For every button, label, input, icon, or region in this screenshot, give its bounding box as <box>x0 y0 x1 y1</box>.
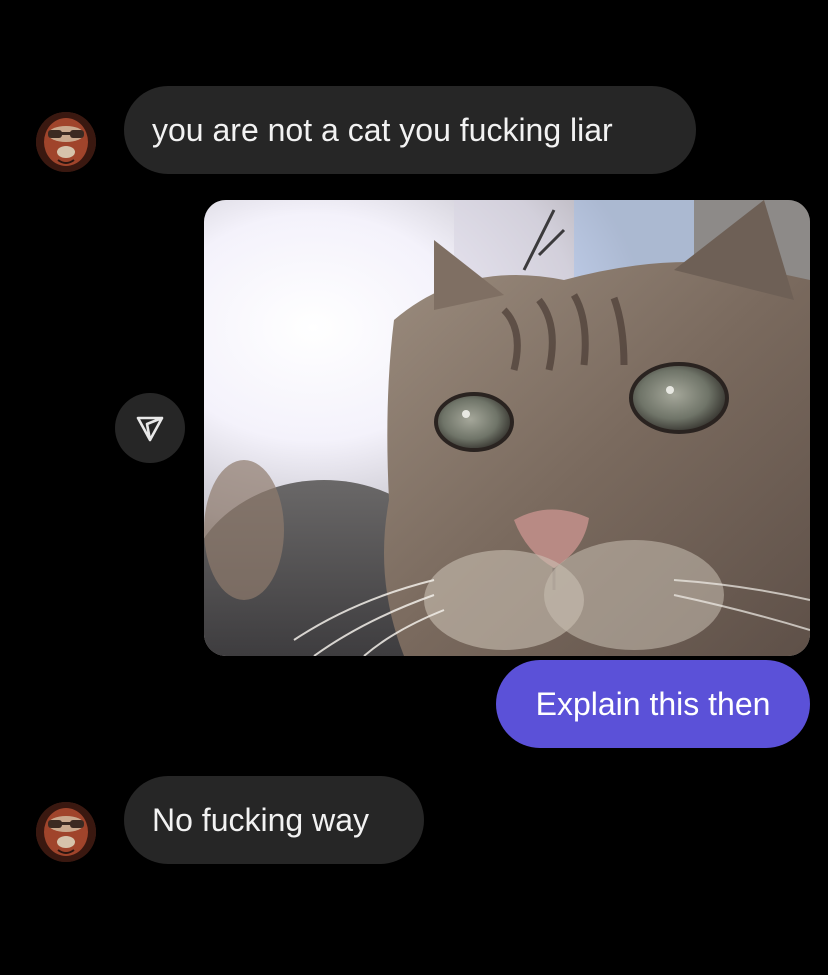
message-photo[interactable] <box>204 200 810 656</box>
share-button[interactable] <box>115 393 185 463</box>
avatar[interactable] <box>36 802 96 862</box>
avatar[interactable] <box>36 112 96 172</box>
send-arrow-icon <box>136 416 164 442</box>
message-text: No fucking way <box>152 802 369 838</box>
message-bubble-incoming[interactable]: you are not a cat you fucking liar <box>124 86 696 174</box>
avatar-image <box>36 802 96 862</box>
message-bubble-outgoing[interactable]: Explain this then <box>496 660 810 748</box>
avatar-image <box>36 112 96 172</box>
message-bubble-incoming[interactable]: No fucking way <box>124 776 424 864</box>
message-text: Explain this then <box>535 686 771 722</box>
message-text: you are not a cat you fucking liar <box>152 112 613 148</box>
cat-photo-image <box>204 200 810 656</box>
